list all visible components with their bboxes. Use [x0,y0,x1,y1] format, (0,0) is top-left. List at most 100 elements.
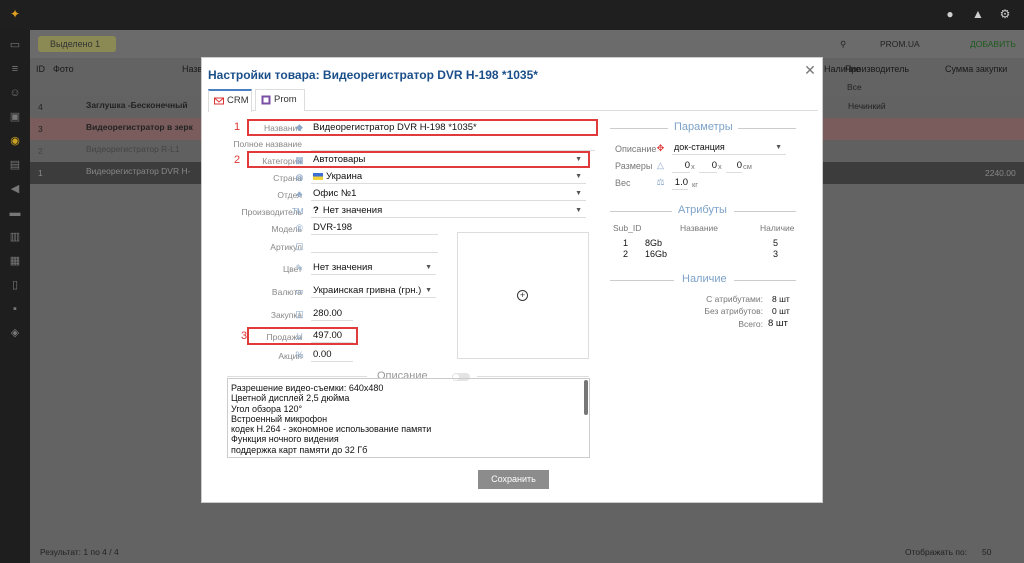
stock-title: Наличие [682,273,727,285]
description-textarea[interactable]: Разрешение видео-съемки: 640x480 Цветной… [227,378,590,458]
chevron-down-icon: ▼ [575,190,582,197]
divider [610,280,674,281]
attr-row-id: 2 [623,249,629,259]
weight-input[interactable]: 1.0 [672,176,688,190]
col-header-id[interactable]: ID [36,64,45,74]
table-icon[interactable]: ▦ [8,254,22,268]
settings-icon[interactable]: ⚙ [998,7,1012,21]
highlight-box-name [247,119,598,136]
megaphone-icon[interactable]: ◀ [8,182,22,196]
weight-unit: кг [692,180,699,189]
size-unit: см [743,162,752,171]
add-button[interactable]: ДОБАВИТЬ [970,39,1016,49]
user-icon[interactable]: ● [943,7,957,21]
add-image-icon[interactable]: + [517,290,528,301]
product-settings-modal: Настройки товара: Видеорегистратор DVR H… [201,57,823,503]
country-select[interactable]: Украина ▼ [311,170,586,184]
row-name[interactable]: Видеорегистратор в зерк [86,122,193,132]
move-icon: ✥ [656,143,665,153]
total-value: 8 шт [768,318,788,329]
users-icon[interactable]: ☺ [8,86,22,100]
description-line: Цветной дисплей 2,5 дюйма [231,393,350,404]
currency-select[interactable]: Украинская гривна (грн.) ▼ [311,284,436,298]
col-header-name[interactable]: Назв [182,64,202,74]
purchase-input[interactable]: 280.00 [311,307,353,321]
print-icon[interactable]: ▪ [8,302,22,316]
without-attr-value: 0 шт [772,306,790,316]
divider [610,128,668,129]
row-producer: Нечинкий [848,101,886,111]
shield-icon[interactable]: ◈ [8,326,22,340]
attr-row-name: 8Gb [645,238,663,248]
row-name[interactable]: Заглушка -Бесконечный [86,100,188,110]
row-name[interactable]: Видеорегистратор DVR H- [86,166,190,176]
divider [227,376,367,377]
image-upload-area[interactable]: + [457,232,589,359]
chart-icon[interactable]: ▥ [8,230,22,244]
close-icon[interactable]: ✕ [803,63,817,77]
stock-section-header: Наличие [610,273,796,287]
filter-all[interactable]: Все [847,82,862,92]
col-header-producer[interactable]: Производитель [845,64,909,74]
size-separator: x [718,162,722,171]
tab-crm[interactable]: CRM [208,89,252,112]
eyedropper-icon: ✎ [295,263,304,273]
col-header-sum[interactable]: Сумма закупки [945,64,1007,74]
col-header-photo[interactable]: Фото [53,64,74,74]
scrollbar[interactable] [584,380,588,415]
attr-row-name: 16Gb [645,249,668,259]
size-x-input[interactable]: 0 [672,159,690,173]
attr-header-stock: Наличие [760,223,795,233]
cube-icon: ◫ [295,309,304,319]
registered-icon: ® [296,223,303,233]
manufacturer-select[interactable]: ? Нет значения ▼ [311,204,586,218]
with-attr-value: 8 шт [772,294,790,304]
row-name[interactable]: Видеорегистратор R-L1 [86,144,180,154]
attr-header-name: Название [680,223,718,233]
discount-input[interactable]: 0.00 [311,348,353,362]
truck-icon[interactable]: ▬ [8,206,22,220]
list-icon[interactable]: ≡ [8,62,22,76]
model-input[interactable]: DVR-198 [311,221,438,235]
with-attr-label: С атрибутами: [706,294,763,304]
bell-icon[interactable]: ▲ [971,7,985,21]
param-desc-select[interactable]: док-станция ▼ [672,141,786,155]
tab-prom[interactable]: Prom [255,89,305,111]
modal-title: Настройки товара: Видеорегистратор DVR H… [208,68,538,82]
article-input[interactable] [311,239,438,253]
description-line: поддержка карт памяти до 32 Гб [231,444,368,455]
footer-result: Результат: 1 по 4 / 4 [40,547,119,557]
chat-icon[interactable]: ▤ [8,158,22,172]
department-value: Офис №1 [313,188,357,199]
param-desc-value: док-станция [674,142,725,152]
country-value: Украина [326,171,363,182]
products-icon[interactable]: ◉ [8,134,22,148]
weight-label: Вес [615,178,631,188]
monitor-icon[interactable]: ▭ [8,38,22,52]
search-icon[interactable]: ⚲ [840,39,846,50]
size-y-input[interactable]: 0 [699,159,717,173]
document-icon[interactable]: ▯ [8,278,22,292]
params-section-header: Параметры [610,121,796,135]
selected-chip[interactable]: Выделено 1 [38,36,116,52]
footer-page-size[interactable]: 50 [982,547,991,557]
total-label: Всего: [738,319,763,329]
mail-icon [214,97,224,105]
sidebar: ▭ ≡ ☺ ▣ ◉ ▤ ◀ ▬ ▥ ▦ ▯ ▪ ◈ [0,30,30,563]
color-select[interactable]: Нет значения ▼ [311,261,436,275]
annotation-number: 3 [241,330,248,342]
save-button[interactable]: Сохранить [478,470,549,489]
attr-row-qty: 3 [773,249,779,259]
prom-button[interactable]: PROM.UA [880,39,920,49]
divider [738,128,796,129]
size-z-input[interactable]: 0 [726,159,742,173]
money-icon: ▭ [295,286,304,296]
divider [610,211,672,212]
box-icon[interactable]: ▣ [8,110,22,124]
full-name-input[interactable] [311,137,595,151]
attr-row-qty: 5 [773,238,779,248]
department-select[interactable]: Офис №1 ▼ [311,187,586,201]
ukraine-flag-icon [313,172,323,180]
highlight-box-sale [247,327,358,345]
attr-header-subid: Sub_ID [613,223,642,233]
